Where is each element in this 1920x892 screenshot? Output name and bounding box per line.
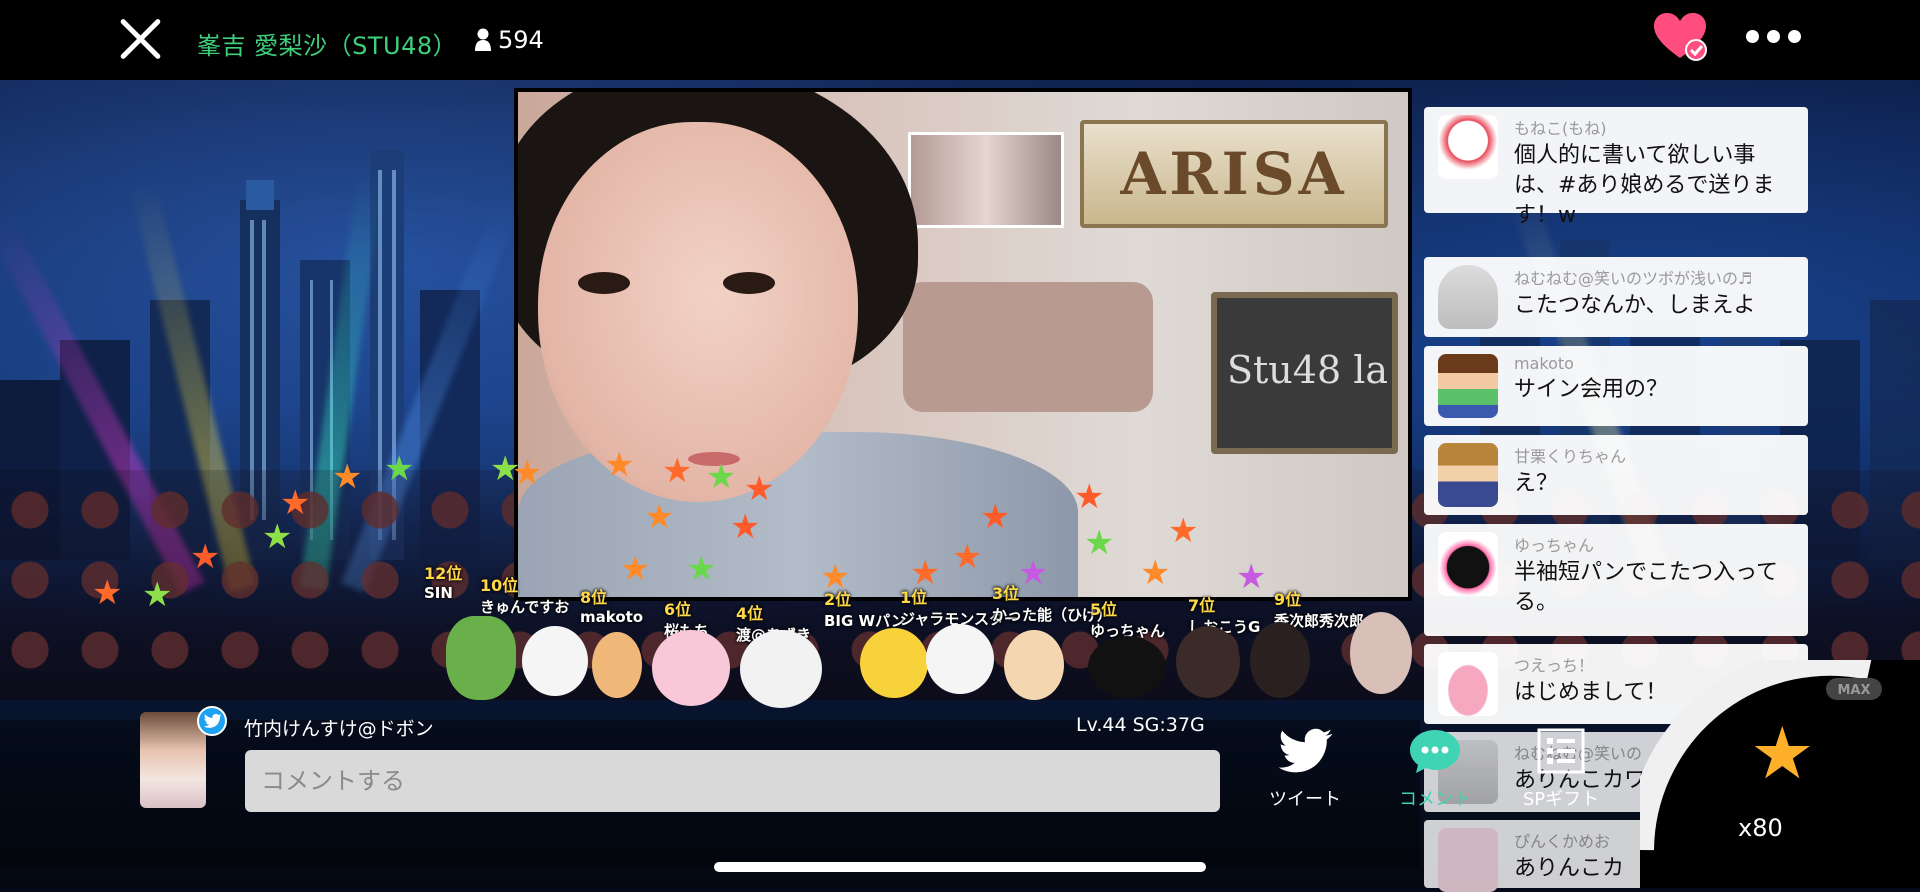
avatar bbox=[1438, 115, 1498, 179]
stream-title: 峯吉 愛梨沙（STU48） bbox=[197, 32, 458, 60]
comment-username: ねむねむ@笑いのツボが浅いの♬ bbox=[1514, 269, 1753, 288]
comment-button[interactable]: コメント bbox=[1380, 728, 1490, 811]
avatar[interactable] bbox=[652, 630, 730, 706]
comment-bubble-icon bbox=[1410, 730, 1460, 773]
avatar[interactable] bbox=[1350, 612, 1412, 694]
star-icon: ★ bbox=[384, 449, 415, 489]
close-icon[interactable] bbox=[118, 16, 164, 62]
user-name: 竹内けんすけ@ドボン bbox=[244, 718, 434, 740]
comment-item: もねこ(もね) 個人的に書いて欲しい事は、#あり娘めるで送ります！w bbox=[1424, 107, 1808, 228]
star-icon: ★ bbox=[512, 453, 543, 493]
gift-list-icon bbox=[1537, 728, 1585, 774]
avatar bbox=[1438, 652, 1498, 716]
sp-gift-button[interactable]: SPギフト bbox=[1506, 728, 1616, 811]
tweet-label: ツイート bbox=[1269, 789, 1341, 810]
star-icon: ★ bbox=[686, 549, 717, 589]
comment-text: 半袖短パンでこたつ入ってる。 bbox=[1514, 560, 1779, 615]
star-icon: ★ bbox=[190, 537, 221, 577]
gift-wheel[interactable]: MAX ★ bbox=[1640, 660, 1920, 888]
star-icon: ★ bbox=[744, 469, 775, 509]
comment-item: makoto サイン会用の？ bbox=[1424, 346, 1808, 426]
star-icon: ★ bbox=[706, 457, 737, 497]
top-bar: 峯吉 愛梨沙（STU48） 594 bbox=[0, 0, 1920, 80]
star-icon: ★ bbox=[332, 457, 363, 497]
home-indicator bbox=[714, 862, 1206, 872]
avatar[interactable] bbox=[1250, 622, 1310, 698]
comment-item: ゆっちゃん 半袖短パンでこたつ入ってる。 bbox=[1424, 524, 1808, 636]
comment-input[interactable] bbox=[245, 750, 1220, 812]
star-icon: ★ bbox=[662, 451, 693, 491]
rank-item[interactable]: 5位 ゆっちゃん bbox=[1090, 596, 1165, 641]
star-icon: ★ bbox=[1084, 523, 1115, 563]
avatar[interactable] bbox=[1176, 626, 1240, 698]
rank-item[interactable]: 12位 SIN bbox=[424, 560, 462, 602]
rank-item[interactable]: 2位 BIG Wパン bbox=[824, 586, 906, 631]
twitter-icon bbox=[197, 706, 227, 736]
rank-item[interactable]: 10位 きゅんですお bbox=[480, 572, 569, 617]
streamer-face bbox=[538, 122, 858, 502]
pillow bbox=[903, 282, 1153, 412]
avatar[interactable] bbox=[860, 628, 928, 698]
gift-count: x80 bbox=[1738, 814, 1783, 842]
avatar[interactable] bbox=[592, 632, 642, 698]
avatar[interactable] bbox=[1088, 636, 1166, 698]
comment-text: 個人的に書いて欲しい事は、#あり娘めるで送ります！w bbox=[1514, 143, 1775, 228]
star-icon: ★ bbox=[280, 483, 311, 523]
heart-check-icon[interactable] bbox=[1652, 12, 1708, 62]
avatar bbox=[1438, 532, 1498, 596]
comment-username: もねこ(もね) bbox=[1514, 119, 1607, 138]
person-icon bbox=[475, 28, 491, 51]
avatar bbox=[1438, 265, 1498, 329]
star-icon: ★ bbox=[142, 575, 173, 615]
star-icon: ★ bbox=[730, 507, 761, 547]
viewer-count: 594 bbox=[474, 26, 544, 54]
star-icon: ★ bbox=[604, 445, 635, 485]
chalkboard-text: Stu48 la bbox=[1227, 348, 1389, 392]
star-icon: ★ bbox=[952, 537, 983, 577]
star-icon: ★ bbox=[1236, 557, 1267, 597]
tweet-button[interactable]: ツイート bbox=[1250, 728, 1360, 811]
avatar bbox=[1438, 828, 1498, 892]
avatar[interactable] bbox=[446, 616, 516, 700]
user-avatar[interactable] bbox=[140, 712, 206, 808]
sp-gift-label: SPギフト bbox=[1522, 789, 1600, 810]
star-icon: ★ bbox=[980, 497, 1011, 537]
rank-item[interactable]: 8位 makoto bbox=[580, 584, 643, 626]
avatar[interactable] bbox=[1004, 630, 1064, 700]
avatar bbox=[1438, 354, 1498, 418]
avatar[interactable] bbox=[522, 626, 588, 696]
star-gift-icon: ★ bbox=[1750, 711, 1815, 795]
max-label: MAX bbox=[1837, 683, 1870, 698]
star-icon: ★ bbox=[1140, 553, 1171, 593]
star-icon: ★ bbox=[644, 497, 675, 537]
twitter-icon bbox=[1278, 728, 1333, 773]
comment-item: 甘栗くりちゃん え？ bbox=[1424, 435, 1808, 515]
star-icon: ★ bbox=[620, 549, 651, 589]
chalkboard: Stu48 la bbox=[1211, 292, 1398, 454]
avatar bbox=[1438, 443, 1498, 507]
star-icon: ★ bbox=[1074, 477, 1105, 517]
star-icon: ★ bbox=[1168, 511, 1199, 551]
star-icon: ★ bbox=[262, 517, 293, 557]
comment-username: ゆっちゃん bbox=[1514, 536, 1595, 555]
comment-username: 甘栗くりちゃん bbox=[1514, 447, 1627, 466]
star-icon: ★ bbox=[92, 573, 123, 613]
wall-photos bbox=[908, 132, 1064, 228]
more-icon[interactable] bbox=[1746, 30, 1801, 43]
comment-text: サイン会用の？ bbox=[1514, 377, 1669, 402]
viewer-count-value: 594 bbox=[498, 26, 544, 54]
user-level: Lv.44 SG:37G bbox=[1076, 714, 1205, 736]
avatar[interactable] bbox=[740, 630, 822, 708]
room-sign: ARISA bbox=[1080, 120, 1388, 228]
comment-username: makoto bbox=[1514, 354, 1574, 373]
comment-item: ねむねむ@笑いのツボが浅いの♬ こたつなんか、しまえよ bbox=[1424, 257, 1808, 337]
avatar[interactable] bbox=[926, 624, 994, 694]
comment-text: こたつなんか、しまえよ bbox=[1514, 293, 1756, 318]
comment-text: え？ bbox=[1514, 471, 1559, 496]
comment-label: コメント bbox=[1399, 789, 1471, 810]
